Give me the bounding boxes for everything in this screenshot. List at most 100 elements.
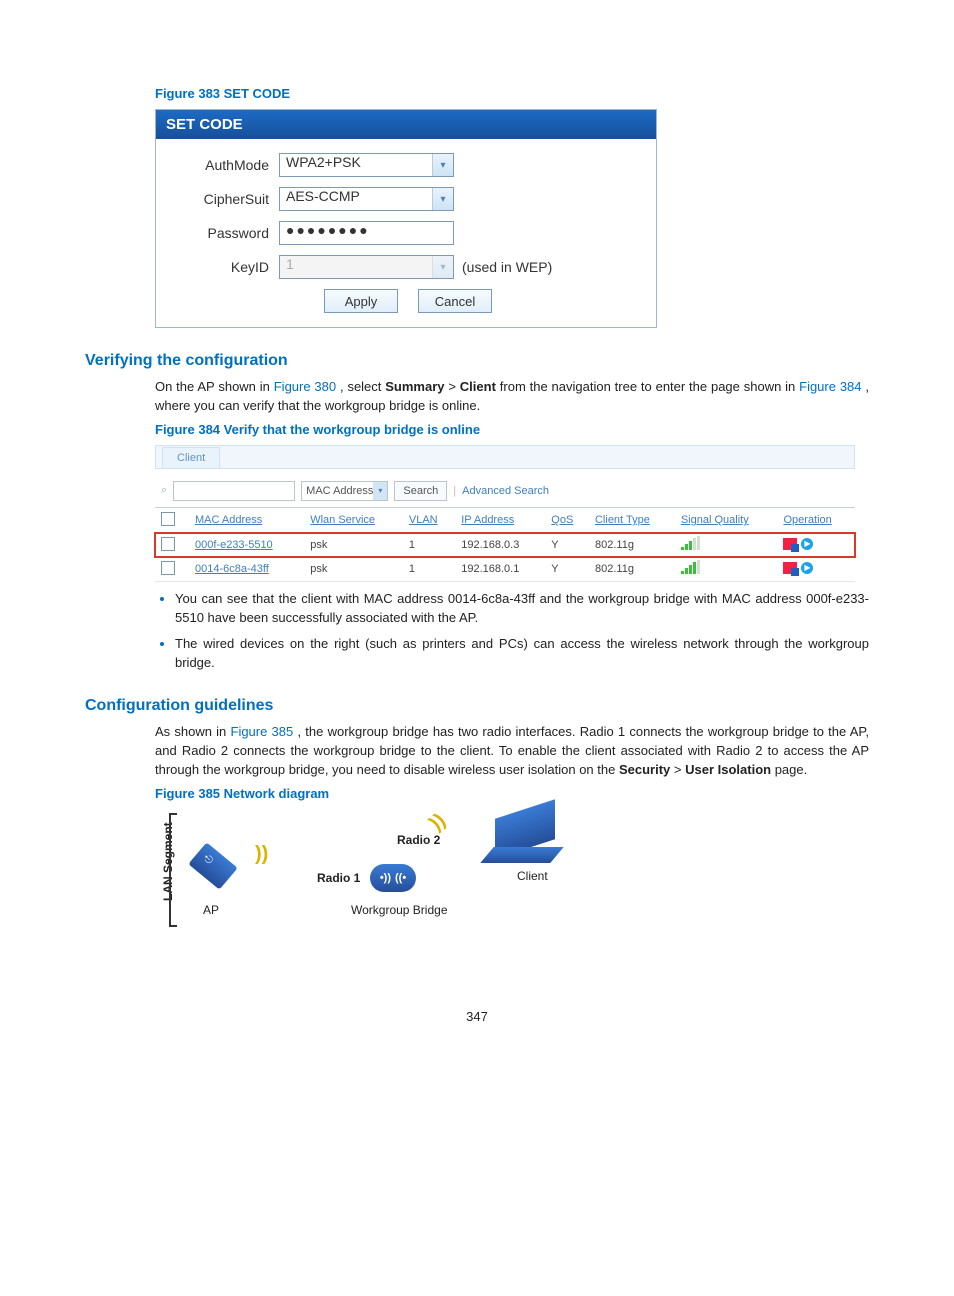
advanced-search-link[interactable]: Advanced Search <box>462 485 549 497</box>
tab-bar: Client <box>155 445 855 469</box>
client-figure: Client ⌕ MAC Address ▾ Search | Advanced… <box>155 445 855 582</box>
cell-operation: ▶ <box>777 533 855 557</box>
network-diagram: LAN Segment ⎋ AP )) Radio 1 •))((• Workg… <box>155 809 615 969</box>
text-bold: Security <box>619 762 670 777</box>
text: > <box>448 379 459 394</box>
refresh-icon[interactable]: ▶ <box>801 562 813 574</box>
refresh-icon[interactable]: ▶ <box>801 538 813 550</box>
tab-client[interactable]: Client <box>162 447 220 468</box>
chevron-down-icon: ▾ <box>432 256 453 278</box>
cell-svc: psk <box>304 557 403 581</box>
signal-bars-icon <box>681 538 700 550</box>
clients-table: MAC Address Wlan Service VLAN IP Address… <box>155 507 855 582</box>
disconnect-icon[interactable] <box>783 538 797 550</box>
authmode-select[interactable]: WPA2+PSK <box>279 153 454 177</box>
antenna-icon: ((• <box>395 872 406 884</box>
col-ip[interactable]: IP Address <box>455 507 545 533</box>
password-input[interactable]: ●●●●●●●● <box>279 221 454 245</box>
radio1-label: Radio 1 <box>317 871 360 885</box>
link-figure-384[interactable]: Figure 384 <box>799 379 861 394</box>
search-input[interactable] <box>173 481 295 501</box>
cell-operation: ▶ <box>777 557 855 581</box>
cancel-button[interactable]: Cancel <box>418 289 492 313</box>
cell-svc: psk <box>304 533 403 557</box>
text-bold: Summary <box>385 379 444 394</box>
cell-mac[interactable]: 000f-e233-5510 <box>189 533 304 557</box>
cell-signal <box>675 533 778 557</box>
select-all-checkbox[interactable] <box>161 512 175 526</box>
radio2-label: Radio 2 <box>397 833 440 847</box>
row-checkbox[interactable] <box>161 561 175 575</box>
cell-type: 802.11g <box>589 533 675 557</box>
ap-label: AP <box>203 903 219 917</box>
search-icon: ⌕ <box>161 484 167 497</box>
disconnect-icon[interactable] <box>783 562 797 574</box>
search-field-select[interactable]: MAC Address ▾ <box>301 481 388 501</box>
chevron-down-icon[interactable]: ▾ <box>432 188 453 210</box>
col-client-type[interactable]: Client Type <box>589 507 675 533</box>
password-label: Password <box>174 225 279 241</box>
col-mac[interactable]: MAC Address <box>189 507 304 533</box>
keyid-note: (used in WEP) <box>462 259 552 275</box>
verify-bullet-list: You can see that the client with MAC add… <box>155 590 869 673</box>
authmode-label: AuthMode <box>174 157 279 173</box>
col-qos[interactable]: QoS <box>545 507 589 533</box>
col-operation[interactable]: Operation <box>777 507 855 533</box>
text: from the navigation tree to enter the pa… <box>500 379 799 394</box>
cell-vlan: 1 <box>403 533 455 557</box>
search-button[interactable]: Search <box>394 481 447 501</box>
heading-config-guidelines: Configuration guidelines <box>85 697 869 715</box>
signal-bars-icon <box>681 562 700 574</box>
select-value: MAC Address <box>306 485 373 497</box>
col-wlan-service[interactable]: Wlan Service <box>304 507 403 533</box>
figure-383-caption: Figure 383 SET CODE <box>155 86 869 101</box>
text: , select <box>340 379 385 394</box>
text: As shown in <box>155 724 231 739</box>
apply-button[interactable]: Apply <box>324 289 398 313</box>
wifi-icon: ⎋ <box>205 855 213 866</box>
ciphersuit-select[interactable]: AES-CCMP <box>279 187 454 211</box>
text-bold: User Isolation <box>685 762 771 777</box>
chevron-down-icon[interactable]: ▾ <box>432 154 453 176</box>
ciphersuit-label: CipherSuit <box>174 191 279 207</box>
config-paragraph: As shown in Figure 385 , the workgroup b… <box>155 723 869 780</box>
chevron-down-icon: ▾ <box>373 482 387 500</box>
cell-ip: 192.168.0.1 <box>455 557 545 581</box>
cell-type: 802.11g <box>589 557 675 581</box>
cell-vlan: 1 <box>403 557 455 581</box>
text-bold: Client <box>460 379 496 394</box>
cell-ip: 192.168.0.3 <box>455 533 545 557</box>
page-number: 347 <box>85 1009 869 1024</box>
col-vlan[interactable]: VLAN <box>403 507 455 533</box>
set-code-panel: SET CODE AuthMode WPA2+PSK ▾ CipherSuit … <box>155 109 657 328</box>
antenna-icon: •)) <box>380 872 391 884</box>
text: page. <box>775 762 808 777</box>
text: > <box>674 762 685 777</box>
row-checkbox[interactable] <box>161 537 175 551</box>
figure-385-caption: Figure 385 Network diagram <box>155 786 869 801</box>
ap-icon <box>188 842 237 889</box>
keyid-select: 1 <box>279 255 454 279</box>
radio-waves-icon: )) <box>255 849 268 859</box>
verify-paragraph: On the AP shown in Figure 380 , select S… <box>155 378 869 416</box>
laptop-icon <box>495 809 557 863</box>
cell-qos: Y <box>545 533 589 557</box>
list-item: The wired devices on the right (such as … <box>175 635 869 673</box>
client-label: Client <box>517 869 548 883</box>
keyid-label: KeyID <box>174 259 279 275</box>
cell-mac[interactable]: 0014-6c8a-43ff <box>189 557 304 581</box>
link-figure-385[interactable]: Figure 385 <box>231 724 294 739</box>
figure-384-caption: Figure 384 Verify that the workgroup bri… <box>155 422 869 437</box>
heading-verifying: Verifying the configuration <box>85 352 869 370</box>
cell-qos: Y <box>545 557 589 581</box>
col-signal[interactable]: Signal Quality <box>675 507 778 533</box>
table-row: 000f-e233-5510 psk 1 192.168.0.3 Y 802.1… <box>155 533 855 557</box>
radio-waves-icon: )) <box>429 813 446 829</box>
bracket-icon <box>169 813 177 927</box>
table-row: 0014-6c8a-43ff psk 1 192.168.0.1 Y 802.1… <box>155 557 855 581</box>
bridge-label: Workgroup Bridge <box>351 903 448 917</box>
set-code-header: SET CODE <box>156 110 656 139</box>
link-figure-380[interactable]: Figure 380 <box>274 379 336 394</box>
list-item: You can see that the client with MAC add… <box>175 590 869 628</box>
text: On the AP shown in <box>155 379 274 394</box>
